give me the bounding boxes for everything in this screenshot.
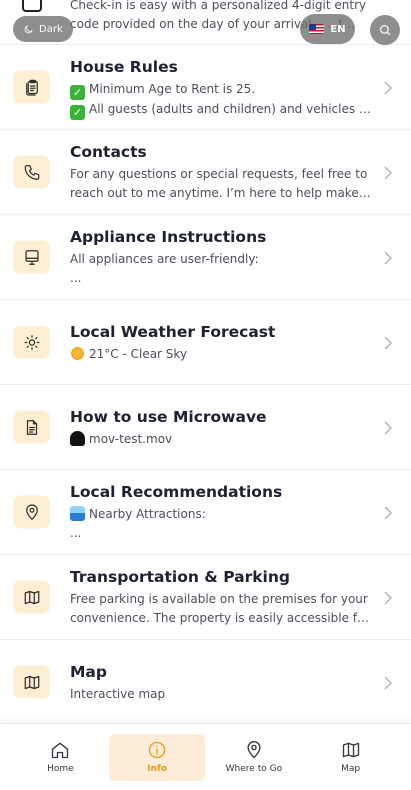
list-item-contacts[interactable]: Contacts For any questions or special re… [0,130,411,215]
info-icon [148,741,166,759]
item-desc-line: All appliances are user-friendly: [70,252,259,266]
language-selector[interactable]: EN [300,14,355,44]
info-list: Check-in is easy with a personalized 4-d… [0,0,411,725]
item-title: Contacts [70,143,147,161]
map-icon [13,580,50,614]
list-item-house-rules[interactable]: House Rules ✓ Minimum Age to Rent is 25. … [0,45,411,130]
chevron-right-icon [383,590,393,605]
chevron-right-icon [383,505,393,520]
item-title: House Rules [70,58,178,76]
item-desc-line: 21°C - Clear Sky [89,347,188,361]
item-title: Local Recommendations [70,483,283,501]
check-icon: ✓ [70,105,85,120]
search-icon [380,25,391,36]
list-item-map[interactable]: Map Interactive map [0,640,411,725]
item-desc-line: ... [70,271,82,285]
language-label: EN [330,23,346,35]
map-icon [342,742,359,758]
list-item-local-weather[interactable]: Local Weather Forecast 21°C - Clear Sky [0,300,411,385]
monitor-icon [13,240,50,274]
item-desc-line: convenience. The property is easily acce… [70,611,373,625]
us-flag-icon [309,24,325,34]
item-desc-line: Free parking is available on the premise… [70,592,368,606]
item-title: Appliance Instructions [70,228,267,246]
item-desc-line: Interactive map [70,687,166,701]
home-icon [52,742,69,759]
location-pin-icon [247,741,261,759]
search-button[interactable] [370,15,400,45]
chevron-right-icon [383,80,393,95]
item-desc-line: reach out to me anytime. I’m here to hel… [70,186,373,200]
chevron-right-icon [383,675,393,690]
video-camera-icon [70,431,85,446]
sun-emoji-icon [70,346,85,361]
dark-mode-toggle[interactable]: Dark [13,16,73,42]
phone-icon [13,155,50,189]
nav-label: Info [147,764,168,774]
item-desc-line: mov-test.mov [89,432,173,446]
door-icon [22,0,42,12]
sun-icon [13,325,50,359]
location-pin-icon [13,495,50,529]
dark-mode-label: Dark [39,23,63,35]
nav-info[interactable]: Info [109,733,206,781]
item-title: Local Weather Forecast [70,323,276,341]
clipboard-icon [13,70,50,104]
nav-label: Where to Go [225,764,283,774]
chevron-right-icon [383,420,393,435]
bottom-nav: Home Info Where to Go Map [0,723,411,790]
item-desc-line: For any questions or special requests, f… [70,167,368,181]
nav-where-to-go[interactable]: Where to Go [206,734,302,781]
item-title: Transportation & Parking [70,568,291,586]
wave-emoji-icon [70,506,85,521]
item-desc-line: ... [70,526,82,540]
list-item-microwave[interactable]: How to use Microwave mov-test.mov [0,385,411,470]
item-title: Map [70,663,107,681]
nav-map[interactable]: Map [303,734,399,781]
moon-icon [24,24,33,33]
list-item-appliance-instructions[interactable]: Appliance Instructions All appliances ar… [0,215,411,300]
chevron-right-icon [383,250,393,265]
map-icon [13,665,50,699]
list-item-local-recommendations[interactable]: Local Recommendations Nearby Attractions… [0,470,411,555]
item-desc-line: All guests (adults and children) and veh… [89,102,373,116]
chevron-right-icon [383,335,393,350]
item-desc-line: Nearby Attractions: [89,507,206,521]
check-icon: ✓ [70,85,85,100]
nav-home[interactable]: Home [12,734,108,781]
nav-label: Home [47,764,74,774]
chevron-right-icon [383,165,393,180]
item-desc-line: Minimum Age to Rent is 25. [89,82,256,96]
list-item-transportation[interactable]: Transportation & Parking Free parking is… [0,555,411,640]
item-title: How to use Microwave [70,408,267,426]
document-icon [13,410,50,444]
nav-label: Map [341,764,361,774]
item-desc-line: Check-in is easy with a personalized 4-d… [70,0,367,12]
